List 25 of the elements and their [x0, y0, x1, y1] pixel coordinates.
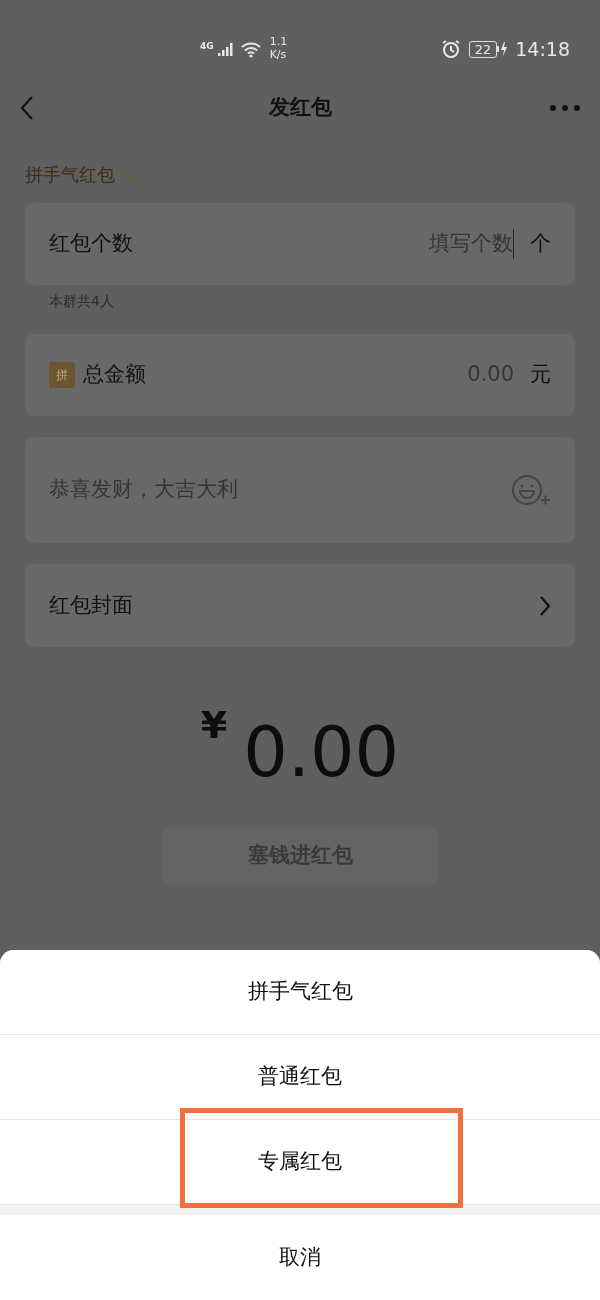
- signal-icon: [217, 41, 236, 57]
- field-label: 红包封面: [49, 591, 133, 619]
- speed-label: 1.1: [269, 36, 288, 49]
- wifi-icon: [239, 40, 262, 58]
- battery-level: 22: [468, 40, 498, 58]
- speed-label: K/s: [269, 49, 288, 62]
- emoji-add-icon: [511, 473, 551, 507]
- charging-icon: [497, 41, 508, 57]
- menu-option[interactable]: 拼手气红包: [0, 950, 600, 1035]
- unit-label: 个: [530, 230, 551, 258]
- chevron-down-icon: [119, 168, 139, 180]
- packet-type-selector[interactable]: 拼手气红包: [25, 160, 139, 188]
- type-badge: 拼: [49, 362, 75, 388]
- total-amount: 0.00: [243, 717, 400, 787]
- back-icon[interactable]: [20, 94, 34, 121]
- alarm-icon: [440, 39, 461, 59]
- network-label: 4G: [200, 40, 214, 54]
- more-icon[interactable]: [550, 104, 580, 111]
- field-label: 总金额: [83, 361, 146, 389]
- unit-label: 元: [530, 361, 551, 389]
- currency-symbol: ¥: [200, 702, 228, 749]
- field-label: 红包个数: [49, 230, 133, 258]
- chevron-right-icon: [539, 594, 551, 617]
- page-title: 发红包: [268, 93, 332, 121]
- clock-time: 14:18: [515, 36, 570, 62]
